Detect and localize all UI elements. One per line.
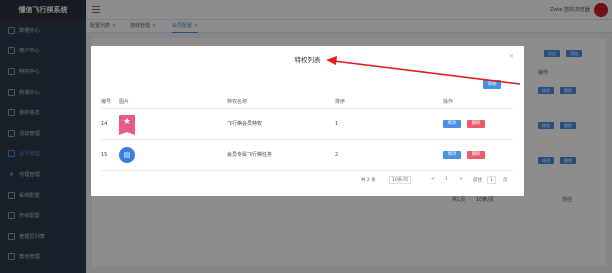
edit-button[interactable]: 修改 — [443, 150, 461, 159]
add-button[interactable]: 添加 — [483, 80, 501, 89]
delete-button[interactable]: 删除 — [467, 119, 485, 128]
cell-id: 15 — [101, 139, 119, 171]
next-page-button[interactable]: > — [459, 177, 463, 182]
column-header-image: 图片 — [119, 95, 227, 109]
cell-actions: 修改 删除 — [443, 139, 513, 171]
prev-page-button[interactable]: < — [431, 177, 435, 182]
table-row: 15 ▤ 会员专属飞行棋任务 2 修改 删除 — [101, 139, 513, 171]
table-row: 14 ★ 飞行棋会员特权 1 修改 删除 — [101, 108, 513, 140]
column-header-id: 编号 — [101, 95, 119, 109]
dialog-title: 特权列表 — [294, 56, 321, 64]
goto-page-input[interactable]: 1 — [487, 176, 496, 184]
column-header-name: 特权名称 — [227, 95, 335, 109]
delete-button[interactable]: 删除 — [467, 150, 485, 159]
cell-image: ▤ — [119, 139, 227, 171]
privilege-table: 编号 图片 特权名称 排序 操作 14 ★ 飞行棋会员特权 1 修改 删除 15… — [101, 95, 513, 171]
cell-name: 飞行棋会员特权 — [227, 108, 335, 140]
cell-actions: 修改 删除 — [443, 108, 513, 140]
pagination: 共 2 条 10条/页 < 1 > 前往 1 页 — [361, 176, 516, 186]
privilege-list-dialog: 特权列表 × 添加 编号 图片 特权名称 排序 操作 14 ★ 飞行棋会员特权 … — [91, 46, 524, 196]
table-header-row: 编号 图片 特权名称 排序 操作 — [101, 95, 513, 109]
app-window: 懂信飞行棋系统 数据中心 用户中心 特权中心 商城中心 我的信息 活动管理 会员… — [0, 0, 612, 273]
current-page[interactable]: 1 — [445, 177, 448, 182]
cell-image: ★ — [119, 108, 227, 140]
cell-sort: 2 — [335, 139, 443, 171]
star-badge-icon: ★ — [119, 115, 135, 135]
cell-sort: 1 — [335, 108, 443, 140]
cell-name: 会员专属飞行棋任务 — [227, 139, 335, 171]
column-header-actions: 操作 — [443, 95, 513, 109]
pager-total: 共 2 条 — [361, 178, 376, 183]
goto-unit: 页 — [503, 178, 508, 183]
edit-button[interactable]: 修改 — [443, 119, 461, 128]
document-badge-icon: ▤ — [119, 146, 135, 163]
goto-label: 前往 — [473, 178, 482, 183]
page-size-select[interactable]: 10条/页 — [389, 176, 412, 184]
cell-id: 14 — [101, 108, 119, 140]
column-header-sort: 排序 — [335, 95, 443, 109]
close-icon[interactable]: × — [509, 53, 514, 60]
